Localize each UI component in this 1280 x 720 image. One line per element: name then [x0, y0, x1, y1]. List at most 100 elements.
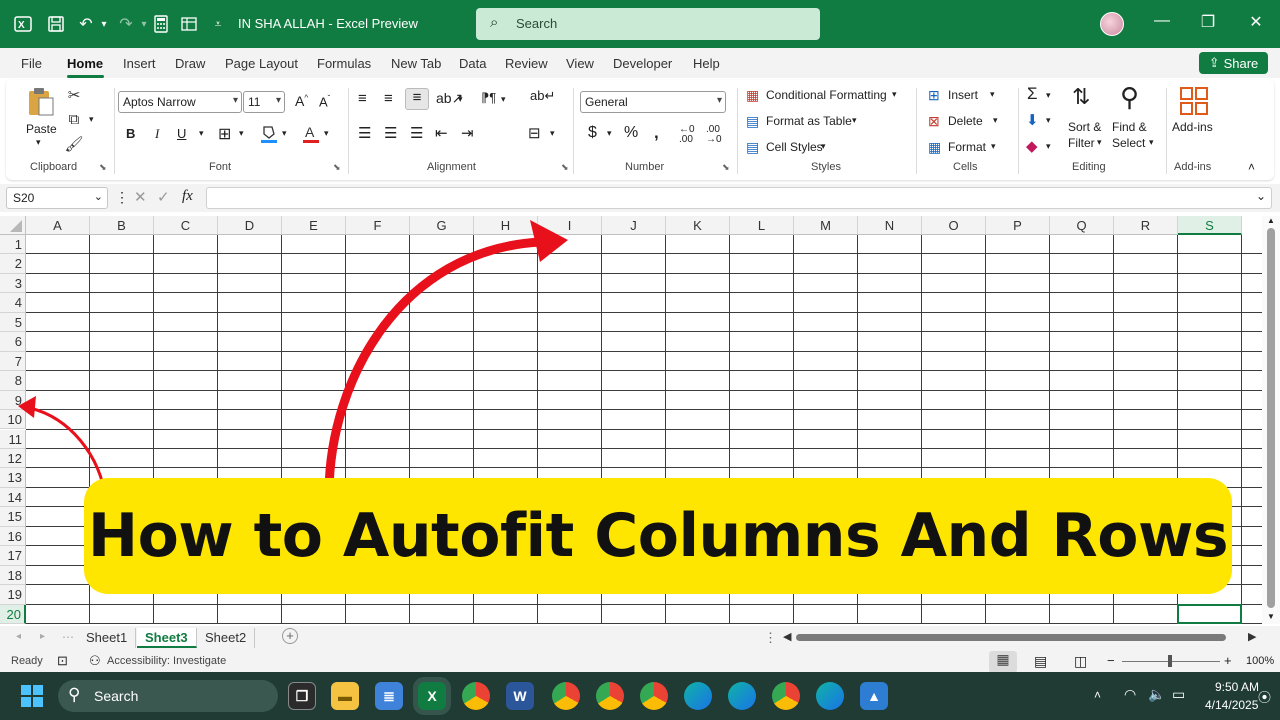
row-header-16[interactable]: 16 — [0, 526, 26, 547]
tab-review[interactable]: Review — [505, 56, 548, 71]
battery-icon[interactable]: ▭ — [1172, 686, 1185, 703]
accessibility-icon[interactable]: ⚇ — [89, 653, 101, 669]
fill-icon[interactable]: ⬇ — [1026, 111, 1039, 129]
align-bottom-icon[interactable]: ≡ — [405, 88, 429, 110]
row-header-11[interactable]: 11 — [0, 429, 26, 449]
select-all-corner[interactable] — [0, 216, 26, 235]
row-header-4[interactable]: 4 — [0, 293, 26, 313]
merge-center-icon[interactable]: ⊟ — [528, 124, 541, 142]
insert-cells-button[interactable]: ⊞ Insert ▾ — [928, 87, 1008, 107]
insert-function-icon[interactable]: fx — [182, 188, 193, 205]
number-format-select[interactable]: General ▾ — [580, 91, 726, 113]
file-explorer-icon[interactable]: ▬ — [331, 682, 359, 710]
minimize-button[interactable]: — — [1150, 12, 1174, 30]
row-header-6[interactable]: 6 — [0, 332, 26, 352]
tab-home[interactable]: Home — [67, 56, 103, 71]
row-header-13[interactable]: 13 — [0, 468, 26, 488]
decrease-font-icon[interactable]: Aˇ — [319, 94, 330, 109]
accessibility-status[interactable]: Accessibility: Investigate — [107, 655, 226, 667]
increase-indent-icon[interactable]: ⇥ — [461, 124, 474, 142]
font-launcher-icon[interactable]: ⬊ — [333, 162, 341, 173]
fill-color-icon[interactable] — [260, 124, 278, 144]
scroll-left-icon[interactable]: ◀ — [783, 630, 791, 643]
prev-sheet-icon[interactable]: ◂ — [16, 631, 21, 642]
comma-style-icon[interactable]: , — [654, 123, 659, 143]
edge-icon[interactable] — [684, 682, 712, 710]
clipboard-launcher-icon[interactable]: ⬊ — [99, 162, 107, 173]
tab-page-layout[interactable]: Page Layout — [225, 56, 298, 71]
delete-cells-button[interactable]: ⊠ Delete ▾ — [928, 113, 1008, 133]
cut-icon[interactable]: ✂ — [64, 86, 84, 104]
scroll-right-icon[interactable]: ▶ — [1248, 630, 1256, 643]
tab-formulas[interactable]: Formulas — [317, 56, 371, 71]
tab-file[interactable]: File — [21, 56, 42, 71]
increase-decimal-icon[interactable]: ←0.00 — [679, 125, 695, 145]
excel-taskbar-icon[interactable]: X — [418, 682, 446, 710]
paste-label[interactable]: Paste — [26, 122, 57, 136]
photos-icon[interactable]: ▲ — [860, 682, 888, 710]
format-painter-icon[interactable]: 🖌 — [64, 135, 84, 153]
calculator-icon[interactable] — [150, 13, 172, 35]
formula-input[interactable] — [206, 187, 1272, 209]
paragraph-direction-icon[interactable]: ⁋¶ — [481, 90, 496, 106]
notification-icon[interactable]: ⦿ — [1258, 687, 1271, 706]
horizontal-scroll-thumb[interactable] — [796, 634, 1226, 641]
sheet-options-icon[interactable]: ⋮ — [764, 630, 777, 646]
column-header-h[interactable]: H — [474, 216, 538, 235]
borders-icon[interactable]: ⊞ — [218, 124, 231, 144]
tab-insert[interactable]: Insert — [123, 56, 156, 71]
close-button[interactable]: ✕ — [1244, 12, 1268, 32]
align-right-icon[interactable]: ☰ — [410, 124, 423, 142]
more-options-icon[interactable]: ⋮ — [115, 189, 129, 206]
addins-button[interactable]: Add-ins — [1172, 84, 1222, 144]
chrome-profile-icon[interactable] — [552, 682, 580, 710]
notepad-icon[interactable]: ≣ — [375, 682, 403, 710]
copy-dropdown-icon[interactable]: ▾ — [89, 114, 94, 125]
merge-dropdown-icon[interactable]: ▾ — [550, 128, 555, 139]
edge-icon[interactable] — [728, 682, 756, 710]
undo-dropdown-icon[interactable]: ▾ — [93, 13, 115, 35]
column-header-n[interactable]: N — [858, 216, 922, 235]
row-header-1[interactable]: 1 — [0, 235, 26, 255]
align-middle-icon[interactable]: ≡ — [384, 90, 393, 107]
chrome-icon[interactable] — [462, 682, 490, 710]
sort-icon[interactable] — [178, 13, 200, 35]
tab-draw[interactable]: Draw — [175, 56, 205, 71]
tab-help[interactable]: Help — [693, 56, 720, 71]
underline-icon[interactable]: U — [177, 126, 186, 141]
customize-toolbar-icon[interactable]: ⩡ — [207, 13, 229, 35]
sheet-tab-sheet2[interactable]: Sheet2 — [197, 628, 256, 648]
share-button[interactable]: ⇪ Share — [1199, 52, 1268, 74]
row-header-19[interactable]: 19 — [0, 585, 26, 605]
italic-icon[interactable]: I — [155, 126, 159, 142]
align-left-icon[interactable]: ☰ — [358, 124, 371, 142]
vertical-scrollbar[interactable]: ▲ ▼ — [1262, 216, 1280, 624]
font-family-select[interactable]: Aptos Narrow ▾ — [118, 91, 242, 113]
wrap-text-icon[interactable]: ab↵ — [530, 88, 555, 104]
fill-dropdown-icon[interactable]: ▾ — [1046, 115, 1051, 126]
autosum-icon[interactable]: Σ — [1027, 84, 1038, 104]
collapse-ribbon-icon[interactable]: ˄ — [1248, 160, 1255, 174]
scroll-down-icon[interactable]: ▼ — [1267, 612, 1275, 621]
next-sheet-icon[interactable]: ▸ — [40, 631, 45, 642]
zoom-in-icon[interactable]: + — [1224, 653, 1232, 668]
system-tray-chevron-icon[interactable]: ˄ — [1094, 688, 1101, 702]
column-header-d[interactable]: D — [218, 216, 282, 235]
chrome-profile-icon[interactable] — [640, 682, 668, 710]
windows-start-icon[interactable] — [20, 684, 44, 708]
align-top-icon[interactable]: ≡ — [358, 90, 367, 107]
active-cell[interactable] — [1177, 603, 1242, 624]
font-color-icon[interactable]: A — [302, 124, 320, 144]
row-header-9[interactable]: 9 — [0, 390, 26, 411]
column-header-c[interactable]: C — [154, 216, 218, 235]
word-icon[interactable]: W — [506, 682, 534, 710]
row-header-17[interactable]: 17 — [0, 546, 26, 566]
align-center-icon[interactable]: ☰ — [384, 124, 397, 142]
zoom-out-icon[interactable]: − — [1107, 653, 1115, 668]
increase-font-icon[interactable]: A^ — [295, 93, 308, 109]
column-header-s[interactable]: S — [1178, 216, 1242, 235]
add-sheet-button[interactable]: + — [282, 628, 298, 644]
paragraph-dropdown-icon[interactable]: ▾ — [501, 94, 506, 105]
zoom-level[interactable]: 100% — [1246, 655, 1274, 667]
avatar[interactable] — [1100, 12, 1124, 36]
